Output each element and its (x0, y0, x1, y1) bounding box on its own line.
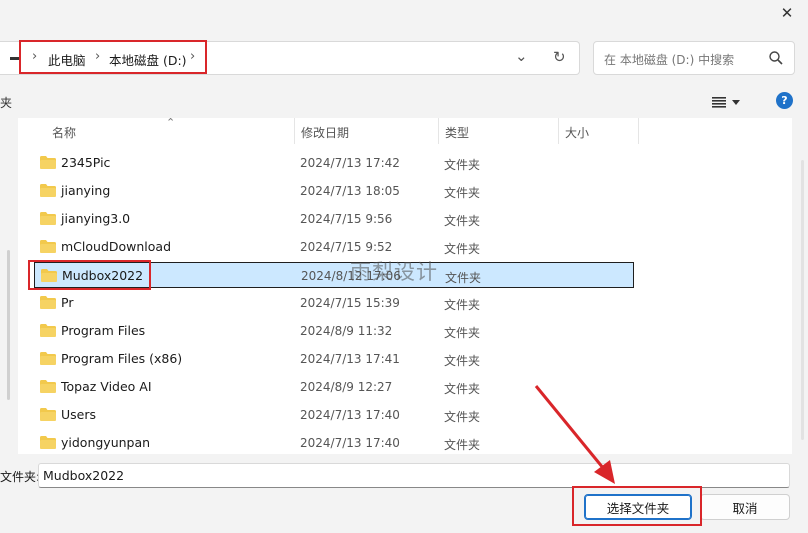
file-type: 文件夹 (444, 382, 481, 396)
chevron-down-icon[interactable]: ⌄ (515, 47, 528, 65)
file-modified-date: 2024/7/13 17:40 (300, 408, 400, 422)
search-icon (769, 51, 783, 65)
file-type: 文件夹 (444, 214, 481, 228)
table-row[interactable]: Pr 2024/7/15 15:39 文件夹 (34, 290, 634, 316)
file-type: 文件夹 (444, 242, 481, 256)
file-modified-date: 2024/7/15 9:56 (300, 212, 393, 226)
folder-icon (40, 436, 56, 449)
file-name: yidongyunpan (61, 435, 151, 450)
column-divider[interactable] (438, 118, 439, 144)
watermark: 雨梨设计 (350, 260, 438, 284)
folder-icon (40, 352, 56, 365)
column-header-name[interactable]: 名称 (52, 124, 76, 141)
table-row[interactable]: jianying3.0 2024/7/15 9:56 文件夹 (34, 206, 634, 232)
folder-icon (40, 296, 56, 309)
annotation-arrow (534, 385, 615, 484)
nav-pane-scrollbar[interactable] (7, 250, 10, 400)
close-icon: ✕ (780, 4, 794, 22)
file-type: 文件夹 (444, 326, 481, 340)
file-name: 2345Pic (61, 155, 111, 170)
view-options-button[interactable] (712, 92, 750, 112)
cancel-button[interactable]: 取消 (700, 494, 790, 520)
file-modified-date: 2024/7/13 17:40 (300, 436, 400, 450)
table-row[interactable]: mCloudDownload 2024/7/15 9:52 文件夹 (34, 234, 634, 260)
table-row[interactable]: Program Files 2024/8/9 11:32 文件夹 (34, 318, 634, 344)
sort-ascending-icon: ⌃ (166, 118, 176, 129)
column-header-size[interactable]: 大小 (565, 124, 589, 141)
file-type: 文件夹 (444, 298, 481, 312)
file-modified-date: 2024/7/13 17:42 (300, 156, 400, 170)
file-type: 文件夹 (445, 271, 482, 285)
file-modified-date: 2024/7/15 9:52 (300, 240, 393, 254)
file-type: 文件夹 (444, 158, 481, 172)
column-header-type[interactable]: 类型 (445, 124, 469, 141)
file-name: jianying (61, 183, 111, 198)
column-divider[interactable] (558, 118, 559, 144)
file-name: Program Files (61, 323, 146, 338)
file-modified-date: 2024/8/9 12:27 (300, 380, 393, 394)
folder-name-input[interactable] (38, 463, 790, 488)
file-name: Users (61, 407, 97, 422)
list-view-icon (712, 96, 726, 108)
file-type: 文件夹 (444, 186, 481, 200)
folder-icon (40, 184, 56, 197)
caret-down-icon (732, 99, 740, 105)
folder-icon (40, 324, 56, 337)
column-header-date[interactable]: 修改日期 (301, 124, 349, 141)
search-box[interactable]: 在 本地磁盘 (D:) 中搜索 (593, 41, 795, 75)
file-modified-date: 2024/8/9 11:32 (300, 324, 393, 338)
close-button[interactable]: ✕ (772, 2, 802, 24)
column-divider[interactable] (638, 118, 639, 144)
file-name: Pr (61, 295, 74, 310)
file-type: 文件夹 (444, 354, 481, 368)
folder-icon (40, 156, 56, 169)
table-row[interactable]: Program Files (x86) 2024/7/13 17:41 文件夹 (34, 346, 634, 372)
folder-field-label: 文件夹: (0, 470, 41, 484)
file-modified-date: 2024/7/15 15:39 (300, 296, 400, 310)
table-row[interactable]: jianying 2024/7/13 18:05 文件夹 (34, 178, 634, 204)
file-name: Topaz Video AI (61, 379, 152, 394)
annotation-box-breadcrumb (19, 40, 207, 74)
annotation-box-selected-folder (28, 260, 151, 290)
file-modified-date: 2024/7/13 18:05 (300, 184, 400, 198)
folder-icon (40, 240, 56, 253)
new-folder-button[interactable]: 夹 (0, 94, 12, 111)
column-headers: ⌃ 名称 修改日期 类型 大小 (18, 118, 792, 144)
table-row[interactable]: 2345Pic 2024/7/13 17:42 文件夹 (34, 150, 634, 176)
help-button[interactable]: ? (776, 92, 793, 109)
folder-icon (40, 380, 56, 393)
file-modified-date: 2024/7/13 17:41 (300, 352, 400, 366)
file-name: jianying3.0 (61, 211, 131, 226)
file-name: mCloudDownload (61, 239, 172, 254)
list-scrollbar[interactable] (801, 160, 804, 440)
file-name: Program Files (x86) (61, 351, 183, 366)
folder-icon (40, 408, 56, 421)
search-input[interactable]: 在 本地磁盘 (D:) 中搜索 (604, 51, 734, 68)
refresh-icon[interactable]: ↻ (553, 48, 566, 66)
file-type: 文件夹 (444, 438, 481, 452)
folder-icon (40, 212, 56, 225)
annotation-box-select-button (572, 486, 702, 526)
column-divider[interactable] (294, 118, 295, 144)
file-type: 文件夹 (444, 410, 481, 424)
